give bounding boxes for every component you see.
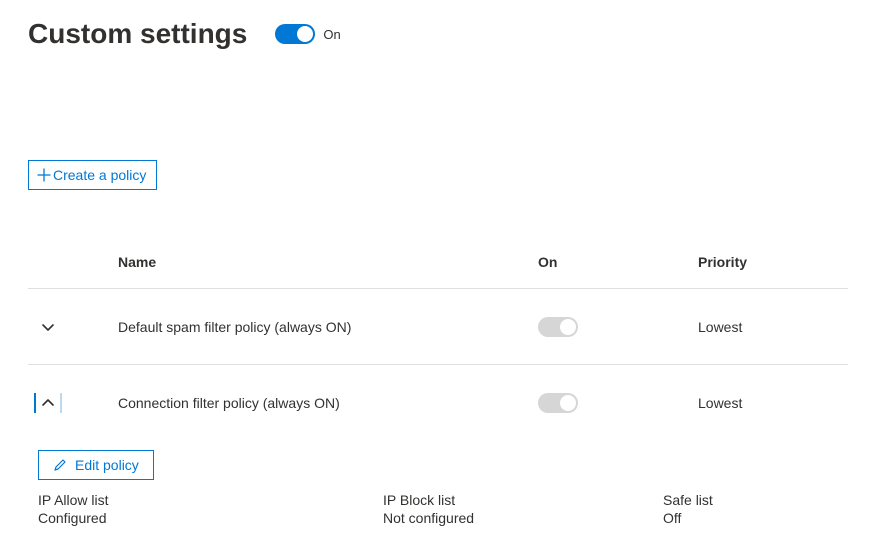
table-row[interactable]: Default spam filter policy (always ON) L… (28, 289, 848, 365)
edit-policy-label: Edit policy (75, 457, 139, 473)
col-name: Name (118, 254, 538, 270)
create-policy-label: Create a policy (53, 167, 146, 183)
custom-settings-toggle-label: On (323, 27, 340, 42)
create-policy-button[interactable]: Create a policy (28, 160, 157, 190)
pencil-icon (53, 458, 67, 472)
plus-icon (37, 168, 51, 182)
table-header: Name On Priority (28, 244, 848, 289)
table-row[interactable]: Connection filter policy (always ON) Low… (28, 365, 848, 440)
chevron-up-icon[interactable] (34, 393, 62, 413)
ip-block-label: IP Block list (383, 492, 663, 508)
row-on-toggle[interactable] (538, 393, 578, 413)
ip-block-value: Not configured (383, 510, 663, 526)
row-priority: Lowest (698, 319, 848, 335)
col-priority: Priority (698, 254, 848, 270)
ip-allow-value: Configured (38, 510, 383, 526)
safe-list-value: Off (663, 510, 848, 526)
custom-settings-toggle[interactable] (275, 24, 315, 44)
ip-allow-label: IP Allow list (38, 492, 383, 508)
row-on-toggle[interactable] (538, 317, 578, 337)
edit-policy-button[interactable]: Edit policy (38, 450, 154, 480)
safe-list-label: Safe list (663, 492, 848, 508)
chevron-down-icon[interactable] (40, 319, 56, 335)
row-details: Edit policy IP Allow list IP Block list … (28, 440, 848, 526)
row-name: Connection filter policy (always ON) (118, 395, 538, 411)
policy-table: Name On Priority Default spam filter pol… (28, 244, 848, 526)
page-title: Custom settings (28, 18, 247, 50)
row-priority: Lowest (698, 395, 848, 411)
col-on: On (538, 254, 698, 270)
row-name: Default spam filter policy (always ON) (118, 319, 538, 335)
